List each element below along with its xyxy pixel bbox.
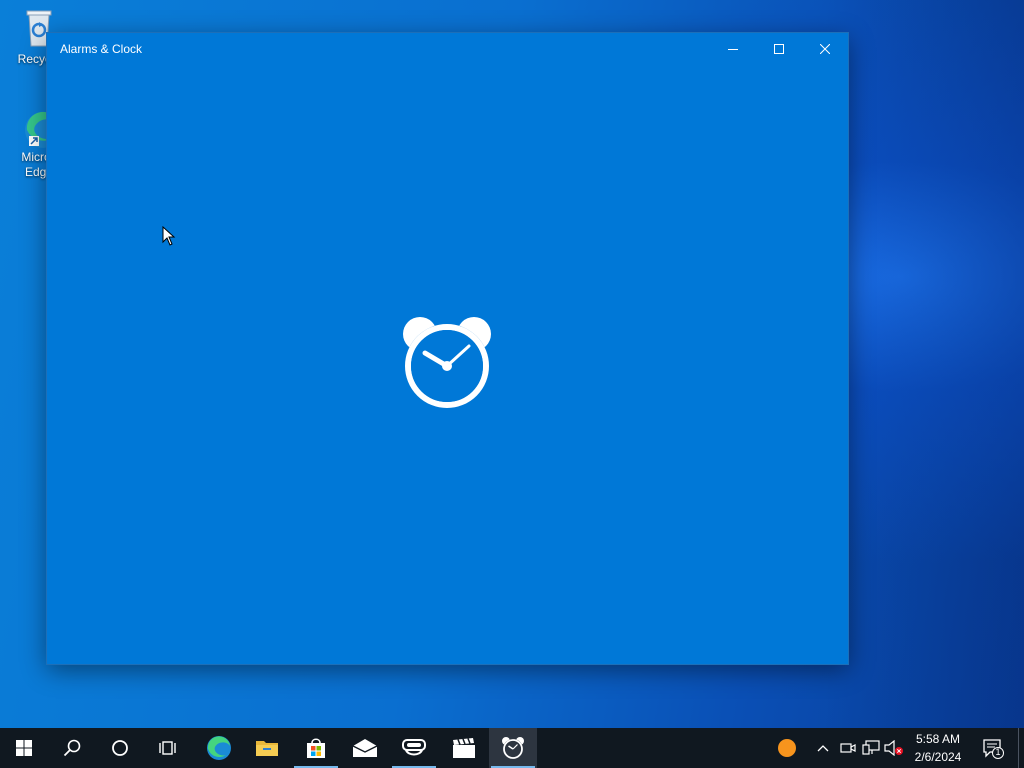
- tray-volume[interactable]: [884, 738, 904, 758]
- clapperboard-icon: [453, 738, 475, 758]
- start-button[interactable]: [0, 728, 48, 768]
- taskbar-edge[interactable]: [195, 728, 243, 768]
- alarm-clock-icon: [502, 737, 524, 759]
- tray-network[interactable]: [861, 738, 881, 758]
- search-icon: [63, 739, 81, 757]
- minimize-icon: [728, 49, 738, 50]
- orange-dot-icon: [778, 739, 796, 757]
- close-icon: [820, 44, 830, 54]
- task-view-button[interactable]: [144, 728, 192, 768]
- store-bag-icon: [307, 738, 325, 758]
- circle-icon: [112, 740, 128, 756]
- taskbar-alarms-clock[interactable]: [489, 728, 537, 768]
- action-center-button[interactable]: 1: [982, 737, 1004, 759]
- taskbar-mail[interactable]: [341, 728, 389, 768]
- notification-count-badge: 1: [995, 747, 1001, 757]
- mail-icon: [352, 739, 378, 757]
- tray-status-dot[interactable]: [777, 738, 797, 758]
- clock-time: 5:58 AM: [915, 732, 961, 746]
- cortana-button[interactable]: [96, 728, 144, 768]
- edge-icon: [207, 736, 231, 760]
- title-bar[interactable]: Alarms & Clock: [47, 33, 848, 65]
- alarms-clock-window: Alarms & Clock: [47, 33, 848, 664]
- headset-icon: [402, 739, 426, 756]
- network-icon: [862, 740, 880, 755]
- alarm-clock-icon: [403, 317, 491, 408]
- folder-icon: [256, 741, 278, 756]
- task-view-icon: [159, 741, 176, 755]
- windows-logo-icon: [16, 740, 32, 756]
- show-hidden-icons-button[interactable]: [813, 738, 833, 758]
- minimize-button[interactable]: [710, 33, 756, 65]
- chevron-up-icon: [817, 745, 829, 752]
- mouse-cursor: [162, 225, 176, 246]
- volume-muted-icon: [884, 740, 903, 756]
- camera-icon: [840, 743, 856, 753]
- maximize-icon: [774, 44, 784, 54]
- taskbar-clock[interactable]: 5:58 AM 2/6/2024: [908, 730, 968, 766]
- maximize-button[interactable]: [756, 33, 802, 65]
- window-title: Alarms & Clock: [60, 42, 143, 56]
- taskbar-mixed-reality[interactable]: [390, 728, 438, 768]
- taskbar-file-explorer[interactable]: [243, 728, 291, 768]
- taskbar: 5:58 AM 2/6/2024 1: [0, 728, 1024, 768]
- show-desktop-button[interactable]: [1018, 728, 1024, 768]
- close-button[interactable]: [802, 33, 848, 65]
- clock-date: 2/6/2024: [914, 750, 962, 764]
- taskbar-store[interactable]: [292, 728, 340, 768]
- search-button[interactable]: [48, 728, 96, 768]
- splash-alarm-clock-icon: [399, 315, 495, 411]
- cursor-arrow-icon: [162, 225, 176, 246]
- tray-meet-now[interactable]: [838, 738, 858, 758]
- taskbar-movies-tv[interactable]: [440, 728, 488, 768]
